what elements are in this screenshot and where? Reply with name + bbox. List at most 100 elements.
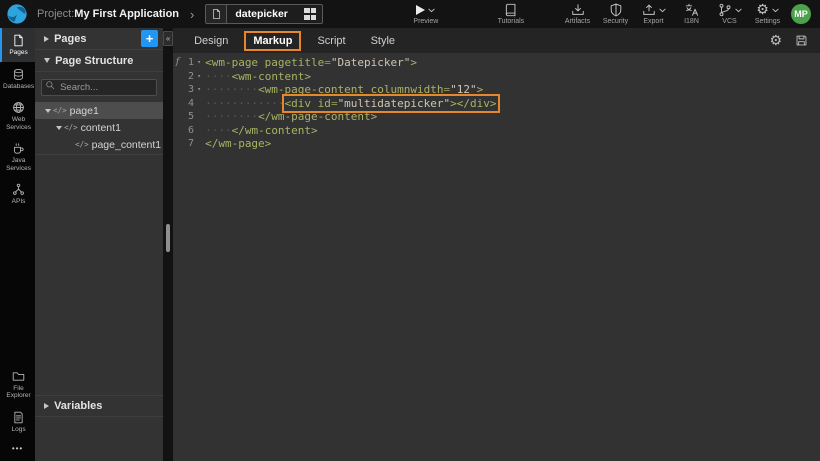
sidebar-item-logs[interactable]: Logs — [0, 405, 35, 439]
code-line-2[interactable]: 2▾····<wm-content> — [173, 70, 820, 84]
divider-handle[interactable] — [166, 224, 170, 252]
code-line-3[interactable]: 3▾········<wm-page-content columnwidth="… — [173, 83, 820, 97]
chevron-down-icon[interactable] — [735, 8, 742, 13]
gutter[interactable]: 3▾ — [173, 83, 205, 97]
collapse-panel-button[interactable]: « — [163, 31, 173, 46]
markup-editor: Design Markup Script Style ⚙ f1▾<wm-page pa… — [173, 28, 820, 461]
preview-label: Preview — [413, 18, 438, 25]
gutter[interactable]: f1▾ — [173, 56, 205, 70]
code-text[interactable]: <wm-page pagetitle="Datepicker"> — [205, 56, 417, 70]
settings-icon: ⚙ — [756, 1, 769, 19]
expanded-arrow-icon — [44, 58, 50, 63]
code-text[interactable]: ····<wm-content> — [205, 70, 311, 84]
variables-section-header[interactable]: Variables — [35, 395, 163, 417]
topbar-item-label: Security — [603, 18, 628, 25]
pages-section-header[interactable]: Pages + — [35, 28, 163, 50]
more-button[interactable]: ••• — [0, 438, 35, 461]
topbar-item-label: VCS — [722, 18, 736, 25]
main-area: Pages Databases Web Services Java Services A… — [0, 28, 820, 461]
sidebar-item-file-explorer[interactable]: File Explorer — [0, 364, 35, 405]
code-line-1[interactable]: f1▾<wm-page pagetitle="Datepicker"> — [173, 56, 820, 70]
security-icon — [609, 3, 623, 17]
search-icon — [45, 80, 55, 90]
sidebar-item-label: Logs — [10, 426, 26, 434]
topbar-item-label: I18N — [684, 18, 699, 25]
grid-icon[interactable] — [304, 8, 316, 20]
settings-button[interactable]: ⚙Settings — [751, 3, 784, 25]
topbar-item-label: Artifacts — [565, 18, 590, 25]
expanded-arrow-icon[interactable] — [43, 109, 52, 113]
search-box — [41, 77, 157, 96]
export-button[interactable]: Export — [637, 3, 670, 25]
play-icon — [416, 5, 425, 15]
add-page-button[interactable]: + — [141, 30, 158, 47]
tree-item-page-content1[interactable]: </>page_content1 — [35, 136, 163, 153]
vcs-icon — [718, 3, 732, 17]
expanded-arrow-icon[interactable] — [54, 126, 63, 130]
chevron-down-icon[interactable] — [772, 8, 779, 13]
tab-design[interactable]: Design — [187, 33, 235, 49]
file-icon — [206, 5, 227, 23]
code-text[interactable]: </wm-page> — [205, 137, 271, 151]
project-label: Project: — [37, 8, 74, 20]
page-structure-header[interactable]: Page Structure — [35, 50, 163, 72]
editor-actions: ⚙ — [769, 34, 808, 48]
project-name: My First Application — [74, 8, 179, 20]
page-tab-datepicker[interactable]: datepicker — [205, 4, 323, 24]
gutter[interactable]: 5 — [173, 110, 205, 124]
wavemaker-studio: Project:My First Application › datepicke… — [0, 0, 820, 461]
apis-icon — [12, 183, 25, 196]
app-logo-icon[interactable] — [6, 3, 28, 25]
code-line-6[interactable]: 6····</wm-content> — [173, 124, 820, 138]
chevron-down-icon[interactable] — [428, 8, 435, 13]
sidebar-item-label: APIs — [11, 198, 27, 206]
code-area[interactable]: f1▾<wm-page pagetitle="Datepicker">2▾···… — [173, 53, 820, 461]
code-line-7[interactable]: 7</wm-page> — [173, 137, 820, 151]
sidebar-item-web-services[interactable]: Web Services — [0, 95, 35, 136]
preview-button[interactable]: Preview — [409, 3, 442, 25]
code-text[interactable]: ········<wm-page-content columnwidth="12… — [205, 83, 483, 97]
gutter[interactable]: 2▾ — [173, 70, 205, 84]
topbar-item-label: Export — [643, 18, 663, 25]
logs-icon — [12, 411, 25, 424]
code-text[interactable]: ····</wm-content> — [205, 124, 318, 138]
sidebar-bottom-group: File Explorer Logs — [0, 364, 35, 439]
tutorials-button[interactable]: Tutorials — [494, 3, 527, 25]
gutter[interactable]: 4 — [173, 97, 205, 111]
tab-script[interactable]: Script — [310, 33, 352, 49]
variables-label: Variables — [54, 400, 102, 412]
sidebar-item-databases[interactable]: Databases — [0, 62, 35, 96]
tree-item-page1[interactable]: </>page1 — [35, 102, 163, 119]
chevron-down-icon[interactable] — [659, 8, 666, 13]
sidebar-item-label: File Explorer — [2, 385, 35, 400]
tab-markup[interactable]: Markup — [246, 33, 299, 49]
tab-style[interactable]: Style — [364, 33, 402, 49]
sidebar-item-apis[interactable]: APIs — [0, 177, 35, 211]
code-line-4[interactable]: 4············<div id="multidatepicker"><… — [173, 97, 820, 111]
panel-footer — [35, 417, 163, 461]
sidebar-item-label: Web Services — [2, 116, 35, 131]
gutter[interactable]: 7 — [173, 137, 205, 151]
pages-icon — [12, 34, 25, 47]
vcs-button[interactable]: VCS — [713, 3, 746, 25]
code-line-5[interactable]: 5········</wm-page-content> — [173, 110, 820, 124]
i18n-button[interactable]: I18N — [675, 3, 708, 25]
sidebar-item-label: Pages — [8, 49, 28, 57]
tree-item-label: content1 — [81, 122, 121, 134]
save-icon[interactable] — [795, 34, 808, 47]
search-input[interactable] — [41, 79, 157, 96]
tree-item-label: page1 — [70, 105, 99, 117]
tree-item-content1[interactable]: </>content1 — [35, 119, 163, 136]
user-avatar[interactable]: MP — [791, 4, 811, 24]
code-icon: </> — [53, 106, 67, 115]
artifacts-button[interactable]: Artifacts — [561, 3, 594, 25]
pages-panel: Pages + Page Structure </>page1</>conten… — [35, 28, 163, 461]
breadcrumb-chevron-icon: › — [190, 8, 194, 21]
security-button[interactable]: Security — [599, 3, 632, 25]
page-settings-gear-icon[interactable]: ⚙ — [769, 34, 782, 48]
sidebar-item-pages[interactable]: Pages — [0, 28, 35, 62]
code-text[interactable]: ············<div id="multidatepicker"></… — [205, 97, 496, 111]
code-text[interactable]: ········</wm-page-content> — [205, 110, 377, 124]
sidebar-item-java-services[interactable]: Java Services — [0, 136, 35, 177]
gutter[interactable]: 6 — [173, 124, 205, 138]
